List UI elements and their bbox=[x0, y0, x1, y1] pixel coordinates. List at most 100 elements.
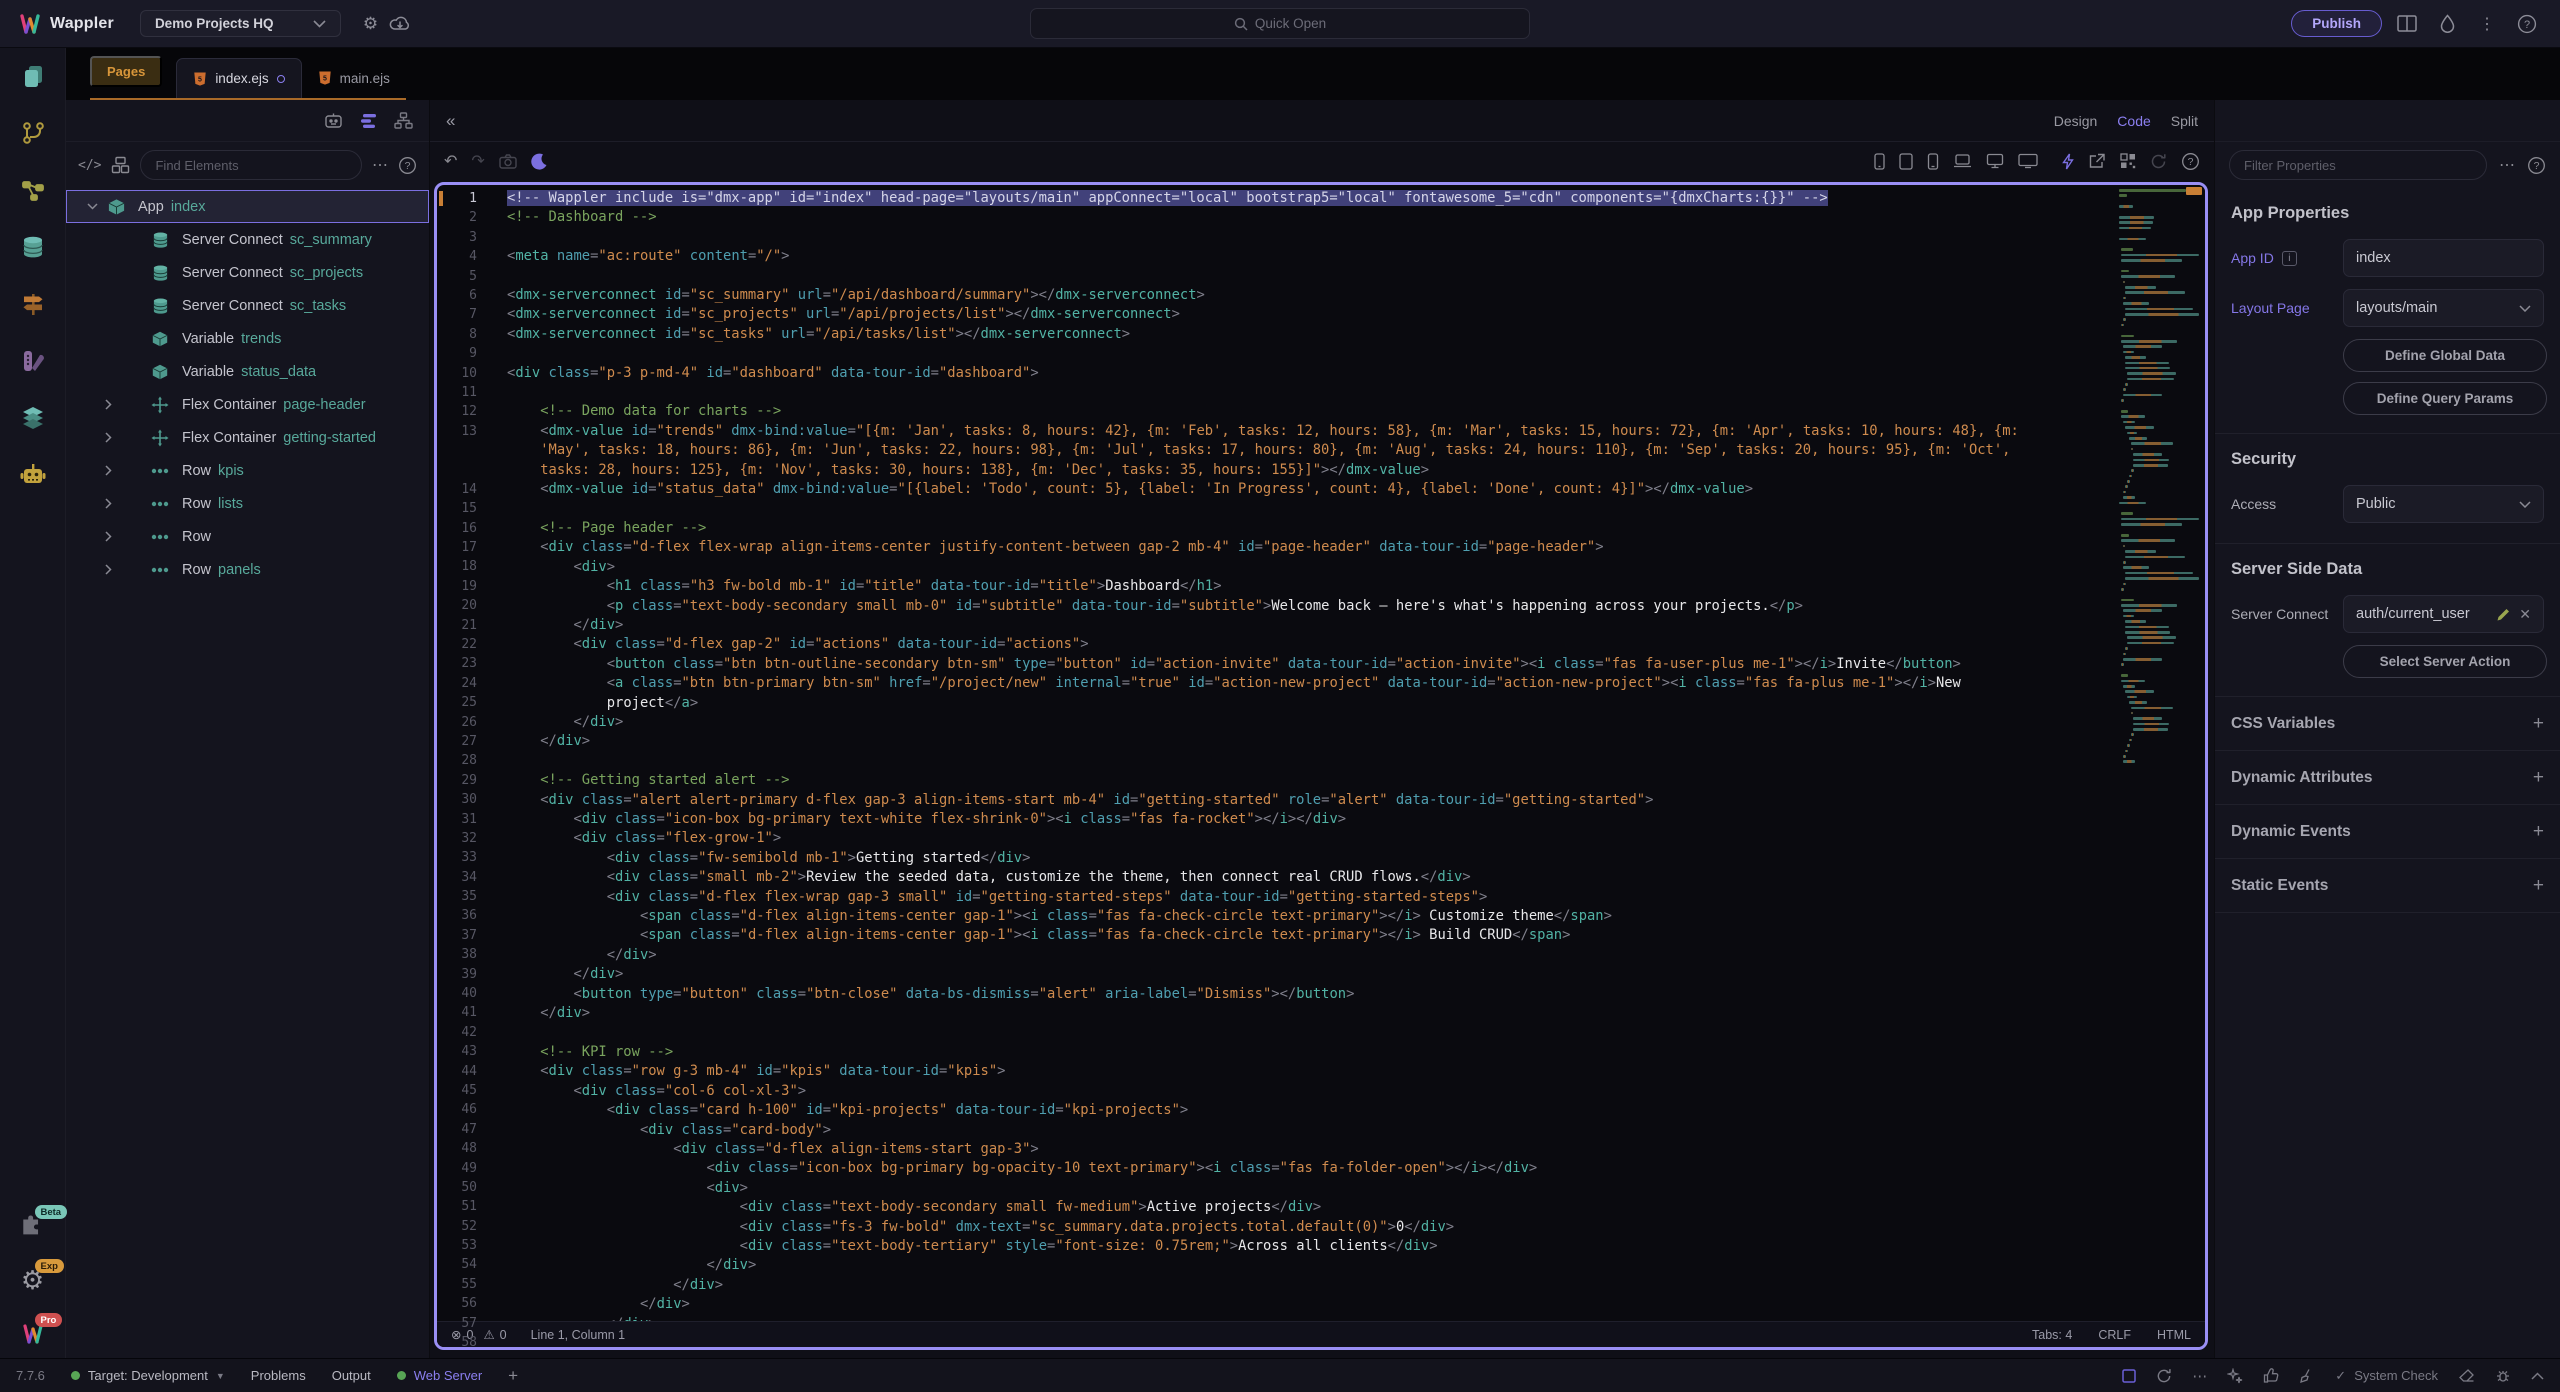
minimap[interactable] bbox=[2115, 185, 2205, 1321]
tab-size[interactable]: Tabs: 4 bbox=[2032, 1328, 2072, 1342]
tree-row[interactable]: Rowlists bbox=[66, 487, 429, 520]
device-desktop-icon[interactable] bbox=[1986, 153, 2004, 169]
dark-mode-moon-icon[interactable] bbox=[531, 153, 548, 170]
undo-icon[interactable]: ↶ bbox=[444, 151, 457, 171]
target-selector[interactable]: Target: Development ▼ bbox=[71, 1368, 225, 1383]
code-line[interactable]: </div> bbox=[493, 1276, 2115, 1295]
refresh-icon[interactable] bbox=[2150, 153, 2167, 170]
code-line[interactable] bbox=[493, 267, 2115, 286]
define-global-data-button[interactable]: Define Global Data bbox=[2343, 339, 2547, 372]
code-line[interactable]: <h1 class="h3 fw-bold mb-1" id="title" d… bbox=[493, 577, 2115, 596]
file-tab[interactable]: 5index.ejs bbox=[176, 58, 301, 98]
code-line[interactable]: <div class="text-body-secondary small fw… bbox=[493, 1198, 2115, 1217]
device-laptop-icon[interactable] bbox=[1953, 153, 1972, 169]
add-icon[interactable]: + bbox=[2533, 822, 2544, 841]
panel-help-icon[interactable]: ? bbox=[398, 156, 417, 175]
tree-row[interactable]: Rowpanels bbox=[66, 553, 429, 586]
code-line[interactable] bbox=[493, 1023, 2115, 1042]
device-mobile-icon[interactable] bbox=[1874, 153, 1885, 170]
code-line[interactable]: </div> bbox=[493, 616, 2115, 635]
collapsed-section-static-events[interactable]: Static Events+ bbox=[2215, 859, 2560, 913]
ai-assistant-icon[interactable] bbox=[323, 112, 344, 130]
code-line[interactable]: <div class="small mb-2">Review the seede… bbox=[493, 868, 2115, 887]
quick-open-button[interactable]: Quick Open bbox=[1030, 8, 1530, 39]
code-line[interactable]: <meta name="ac:route" content="/"> bbox=[493, 247, 2115, 266]
list-view-icon[interactable] bbox=[360, 113, 378, 129]
define-query-params-button[interactable]: Define Query Params bbox=[2343, 382, 2547, 415]
code-line[interactable] bbox=[493, 228, 2115, 247]
line-endings[interactable]: CRLF bbox=[2098, 1328, 2131, 1342]
code-line[interactable]: <div class="row g-3 mb-4" id="kpis" data… bbox=[493, 1062, 2115, 1081]
mode-design[interactable]: Design bbox=[2054, 113, 2098, 129]
code-line[interactable]: <dmx-value id="status_data" dmx-bind:val… bbox=[493, 480, 2115, 499]
code-line[interactable]: <dmx-serverconnect id="sc_summary" url="… bbox=[493, 286, 2115, 305]
select-server-action-button[interactable]: Select Server Action bbox=[2343, 645, 2547, 678]
code-line[interactable]: <div> bbox=[493, 1179, 2115, 1198]
git-branch-icon[interactable] bbox=[19, 119, 47, 147]
web-server-tab[interactable]: Web Server bbox=[397, 1368, 482, 1383]
theme-swatches-icon[interactable] bbox=[19, 347, 47, 375]
device-tablet-icon[interactable] bbox=[1899, 153, 1913, 170]
props-help-icon[interactable]: ? bbox=[2527, 156, 2546, 175]
chevron-right-icon[interactable] bbox=[95, 399, 121, 410]
clear-icon[interactable]: ✕ bbox=[2519, 606, 2531, 623]
ai-robot-icon[interactable] bbox=[19, 461, 47, 489]
code-line[interactable]: <div> bbox=[493, 558, 2115, 577]
chevron-right-icon[interactable] bbox=[95, 465, 121, 476]
access-select[interactable]: Public bbox=[2343, 485, 2544, 523]
server-connect-field[interactable]: auth/current_user ✕ bbox=[2343, 595, 2544, 633]
code-line[interactable]: <div class="flex-grow-1"> bbox=[493, 829, 2115, 848]
qr-code-icon[interactable] bbox=[2120, 153, 2136, 169]
code-line[interactable]: <a class="btn btn-primary btn-sm" href="… bbox=[493, 674, 2115, 713]
code-line[interactable]: <div class="fw-semibold mb-1">Getting st… bbox=[493, 849, 2115, 868]
code-line[interactable] bbox=[493, 383, 2115, 402]
file-tab[interactable]: 5main.ejs bbox=[302, 58, 406, 98]
collapse-panel-icon[interactable]: « bbox=[446, 111, 455, 131]
open-in-browser-icon[interactable] bbox=[2088, 153, 2106, 169]
wappler-pro-icon[interactable]: Pro bbox=[19, 1320, 47, 1348]
code-line[interactable]: <dmx-serverconnect id="sc_tasks" url="/a… bbox=[493, 325, 2115, 344]
code-line[interactable]: <!-- Demo data for charts --> bbox=[493, 402, 2115, 421]
edit-pencil-icon[interactable] bbox=[2496, 607, 2511, 622]
tree-row[interactable]: Flex Containerpage-header bbox=[66, 388, 429, 421]
code-line[interactable]: <div class="col-6 col-xl-3"> bbox=[493, 1082, 2115, 1101]
code-line[interactable] bbox=[493, 500, 2115, 519]
collapsed-section-css-variables[interactable]: CSS Variables+ bbox=[2215, 697, 2560, 751]
eraser-icon[interactable] bbox=[2458, 1368, 2475, 1383]
code-line[interactable]: <div class="text-body-tertiary" style="f… bbox=[493, 1237, 2115, 1256]
output-tab[interactable]: Output bbox=[332, 1368, 371, 1383]
stop-icon[interactable] bbox=[2122, 1369, 2136, 1383]
layout-page-select[interactable]: layouts/main bbox=[2343, 289, 2544, 327]
code-line[interactable]: <!-- Getting started alert --> bbox=[493, 771, 2115, 790]
collapsed-section-dynamic-events[interactable]: Dynamic Events+ bbox=[2215, 805, 2560, 859]
redo-icon[interactable]: ↷ bbox=[471, 151, 484, 171]
problems-tab[interactable]: Problems bbox=[251, 1368, 306, 1383]
restart-icon[interactable] bbox=[2156, 1368, 2172, 1384]
help-icon[interactable]: ? bbox=[2512, 9, 2542, 39]
tree-row[interactable]: Server Connectsc_tasks bbox=[66, 289, 429, 322]
code-line[interactable]: <div class="icon-box bg-primary text-whi… bbox=[493, 810, 2115, 829]
tree-row[interactable]: Server Connectsc_projects bbox=[66, 256, 429, 289]
code-line[interactable]: <dmx-serverconnect id="sc_projects" url=… bbox=[493, 305, 2115, 324]
device-widescreen-icon[interactable] bbox=[2018, 153, 2038, 169]
cleanup-broom-icon[interactable] bbox=[2299, 1368, 2315, 1384]
code-line[interactable]: <p class="text-body-secondary small mb-0… bbox=[493, 597, 2115, 616]
experimental-gear-icon[interactable]: ⚙ Exp bbox=[19, 1266, 47, 1294]
code-line[interactable]: <dmx-value id="trends" dmx-bind:value="[… bbox=[493, 422, 2115, 480]
chevron-right-icon[interactable] bbox=[95, 531, 121, 542]
code-line[interactable] bbox=[493, 344, 2115, 363]
tree-row[interactable]: Appindex bbox=[66, 190, 429, 223]
code-line[interactable]: <span class="d-flex align-items-center g… bbox=[493, 907, 2115, 926]
code-line[interactable]: </div> bbox=[493, 946, 2115, 965]
tree-row[interactable]: Server Connectsc_summary bbox=[66, 223, 429, 256]
code-line[interactable]: <div class="d-flex gap-2" id="actions" d… bbox=[493, 635, 2115, 654]
code-line[interactable]: <div class="d-flex flex-wrap align-items… bbox=[493, 538, 2115, 557]
tree-row[interactable]: Flex Containergetting-started bbox=[66, 421, 429, 454]
tree-row[interactable]: Variablestatus_data bbox=[66, 355, 429, 388]
add-icon[interactable]: + bbox=[2533, 768, 2544, 787]
code-line[interactable]: <div class="alert alert-primary d-flex g… bbox=[493, 791, 2115, 810]
dynamic-data-lightning-icon[interactable] bbox=[2062, 153, 2074, 170]
code-line[interactable]: </div> bbox=[493, 1295, 2115, 1314]
device-mobile-landscape-icon[interactable] bbox=[1927, 153, 1939, 170]
code-line[interactable]: <div class="p-3 p-md-4" id="dashboard" d… bbox=[493, 364, 2115, 383]
